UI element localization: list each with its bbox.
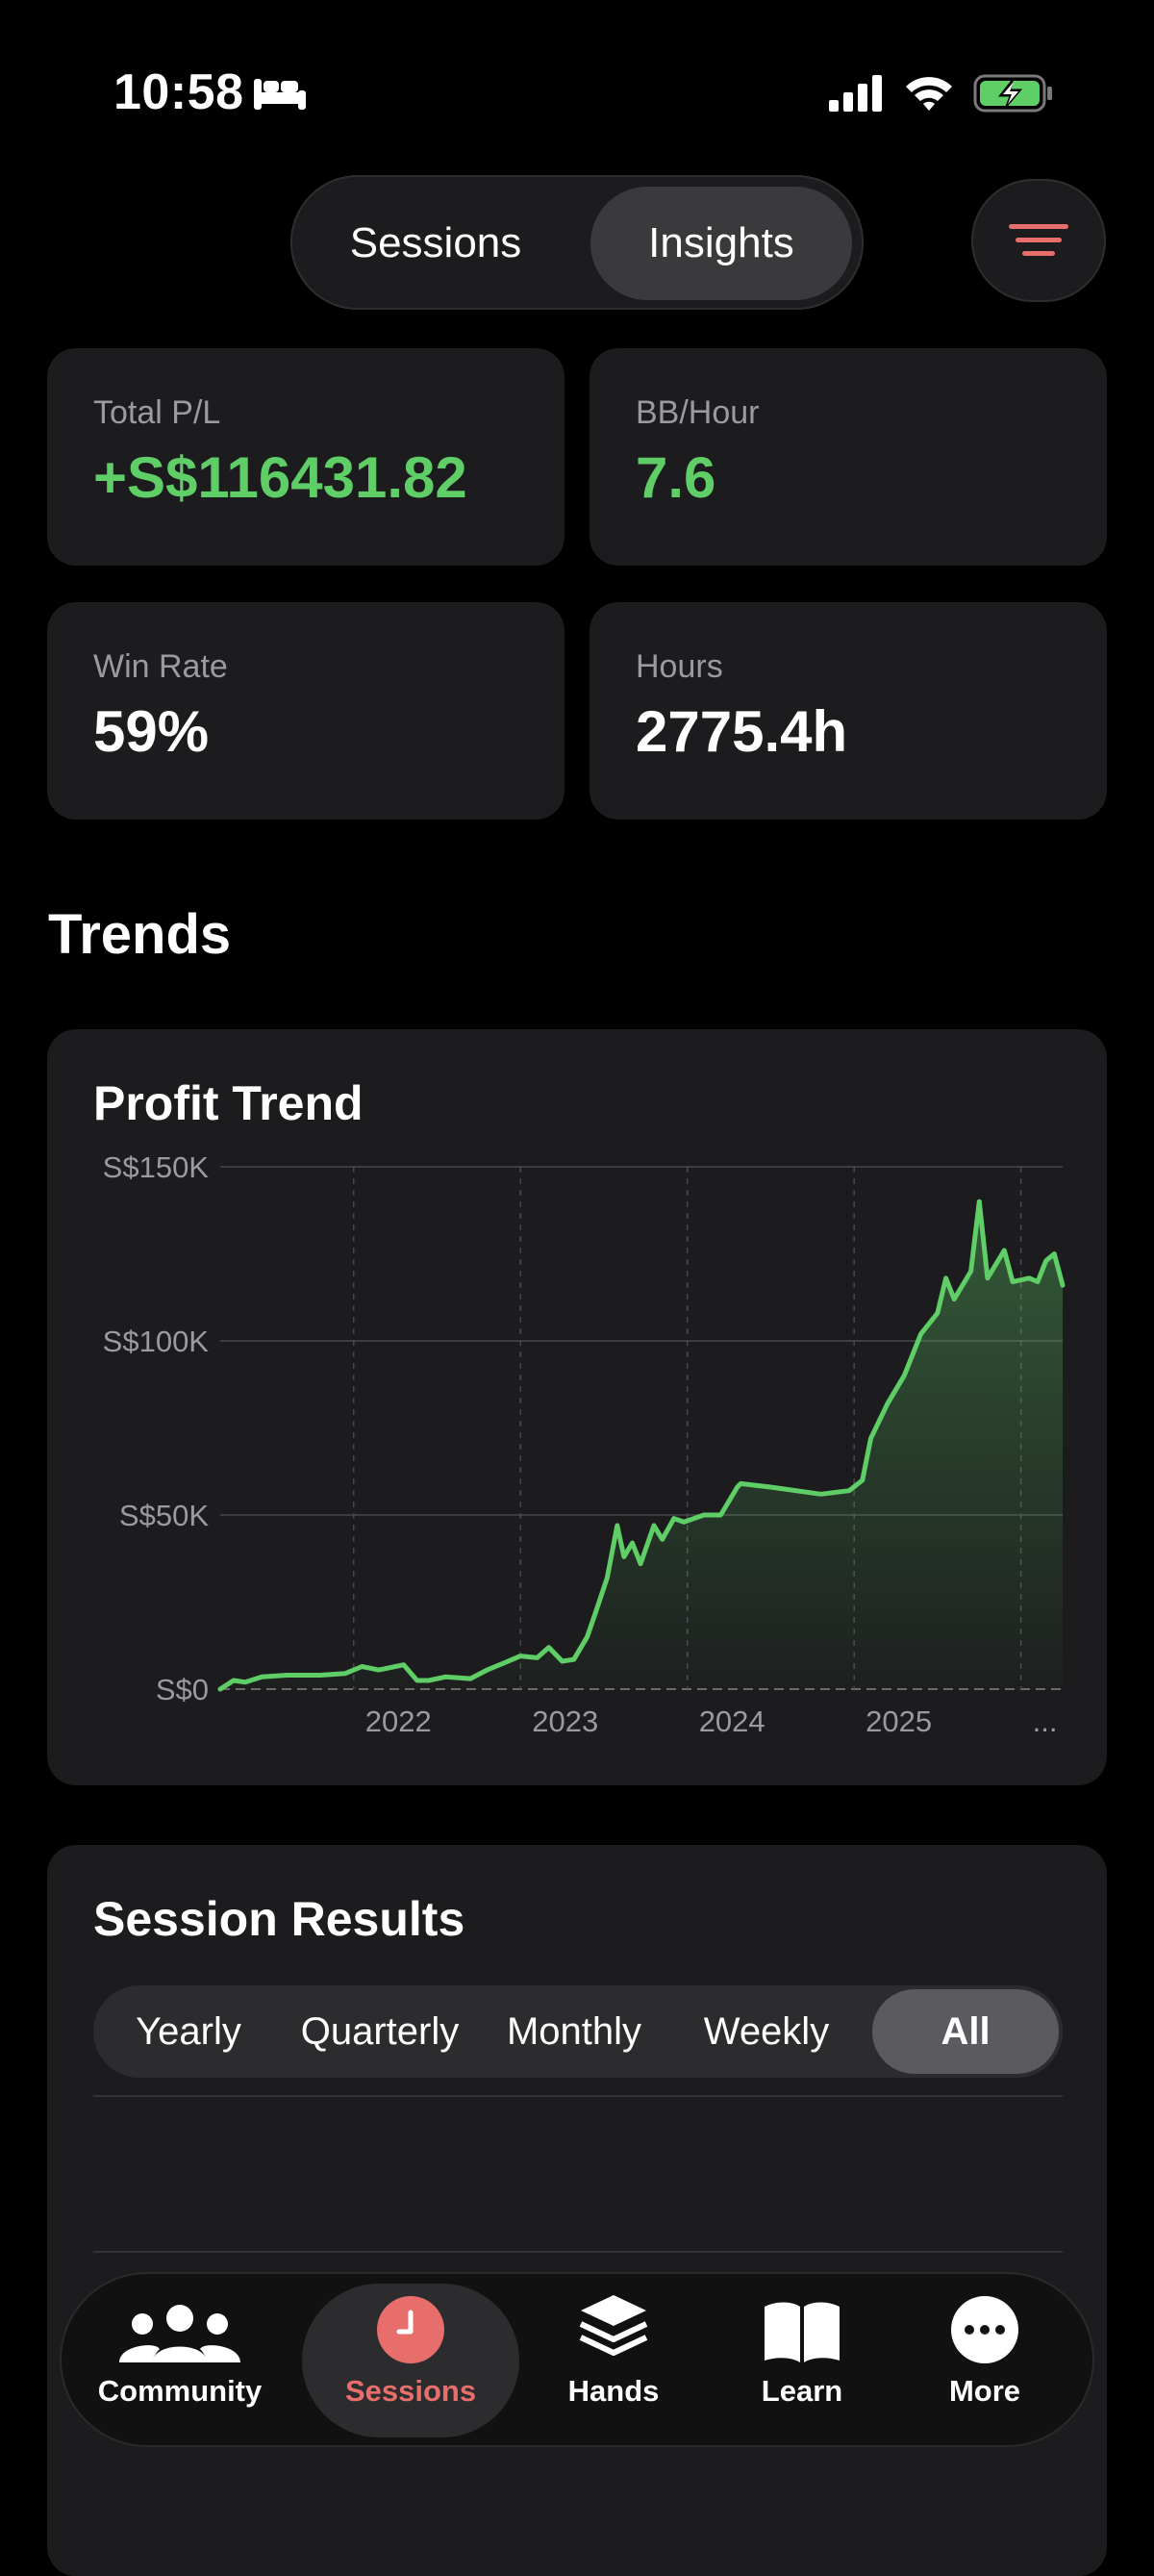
- period-monthly[interactable]: Monthly: [480, 1989, 668, 2074]
- cellular-signal-icon: [829, 75, 882, 112]
- y-tick-label: S$100K: [103, 1325, 210, 1358]
- status-time: 10:58: [113, 64, 244, 120]
- stat-label: Win Rate: [93, 648, 228, 685]
- period-weekly[interactable]: Weekly: [672, 1989, 861, 2074]
- profit-area: [220, 1201, 1063, 1689]
- stat-card-hours: Hours 2775.4h: [590, 602, 1107, 820]
- tab-more[interactable]: More: [916, 2284, 1054, 2437]
- hands-stack-icon: [579, 2295, 648, 2356]
- tab-bar: Community Sessions Hands Learn More: [60, 2272, 1094, 2447]
- y-tick-label: S$50K: [119, 1499, 209, 1532]
- x-tick-label: 2025: [866, 1705, 932, 1738]
- tab-label: Learn: [761, 2374, 843, 2408]
- tab-label: More: [948, 2374, 1021, 2408]
- session-results-title: Session Results: [93, 1892, 465, 1946]
- x-tick-label: 2022: [365, 1705, 432, 1738]
- stat-value: 59%: [93, 699, 210, 764]
- tab-label: Hands: [567, 2374, 660, 2408]
- profit-trend-card: Profit Trend S$0 S$50K S$100K S$150K 2022 202…: [47, 1029, 1107, 1785]
- divider: [93, 2251, 1063, 2253]
- tab-label: Sessions: [344, 2374, 477, 2408]
- stat-value: 2775.4h: [636, 699, 848, 764]
- y-tick-label: S$0: [156, 1673, 209, 1706]
- view-segmented-control: Sessions Insights: [290, 175, 864, 310]
- stat-card-win-rate: Win Rate 59%: [47, 602, 564, 820]
- tab-sessions[interactable]: Sessions: [302, 2284, 519, 2437]
- period-yearly[interactable]: Yearly: [97, 1989, 280, 2074]
- filter-icon: [1009, 224, 1068, 256]
- stat-value: 7.6: [636, 445, 716, 510]
- more-icon: [951, 2296, 1018, 2363]
- stat-card-bb-hour: BB/Hour 7.6: [590, 348, 1107, 566]
- profit-trend-chart: S$0 S$50K S$100K S$150K 2022 2023 2024 2025...: [103, 1150, 1066, 1738]
- filter-button[interactable]: [971, 179, 1106, 302]
- sleep-focus-icon: [254, 79, 306, 110]
- period-picker: Yearly Quarterly Monthly Weekly All: [93, 1985, 1063, 2078]
- wifi-icon: [906, 77, 952, 111]
- book-icon: [765, 2302, 840, 2362]
- tab-hands[interactable]: Hands: [544, 2284, 683, 2437]
- session-results-card: Session Results Yearly Quarterly Monthly…: [47, 1845, 1107, 2576]
- stat-value: +S$116431.82: [93, 445, 467, 510]
- tab-learn[interactable]: Learn: [733, 2284, 871, 2437]
- stat-label: Total P/L: [93, 394, 221, 431]
- tab-community[interactable]: Community: [90, 2284, 269, 2437]
- tab-label: Community: [97, 2374, 263, 2408]
- trends-heading: Trends: [48, 903, 232, 966]
- stat-card-total-pl: Total P/L +S$116431.82: [47, 348, 564, 566]
- period-all[interactable]: All: [872, 1989, 1059, 2074]
- x-tick-label: 2023: [532, 1705, 598, 1738]
- x-tick-label: 2024: [699, 1705, 765, 1738]
- stat-label: BB/Hour: [636, 394, 760, 431]
- sessions-clock-icon: [377, 2296, 444, 2363]
- x-tick-label: ...: [1033, 1705, 1058, 1738]
- stat-label: Hours: [636, 648, 723, 685]
- segment-insights[interactable]: Insights: [590, 187, 852, 300]
- battery-charging-icon: [973, 74, 1052, 113]
- divider: [93, 2095, 1063, 2097]
- y-tick-label: S$150K: [103, 1150, 210, 1184]
- segment-sessions[interactable]: Sessions: [306, 187, 565, 300]
- period-quarterly[interactable]: Quarterly: [284, 1989, 476, 2074]
- community-icon: [119, 2305, 240, 2362]
